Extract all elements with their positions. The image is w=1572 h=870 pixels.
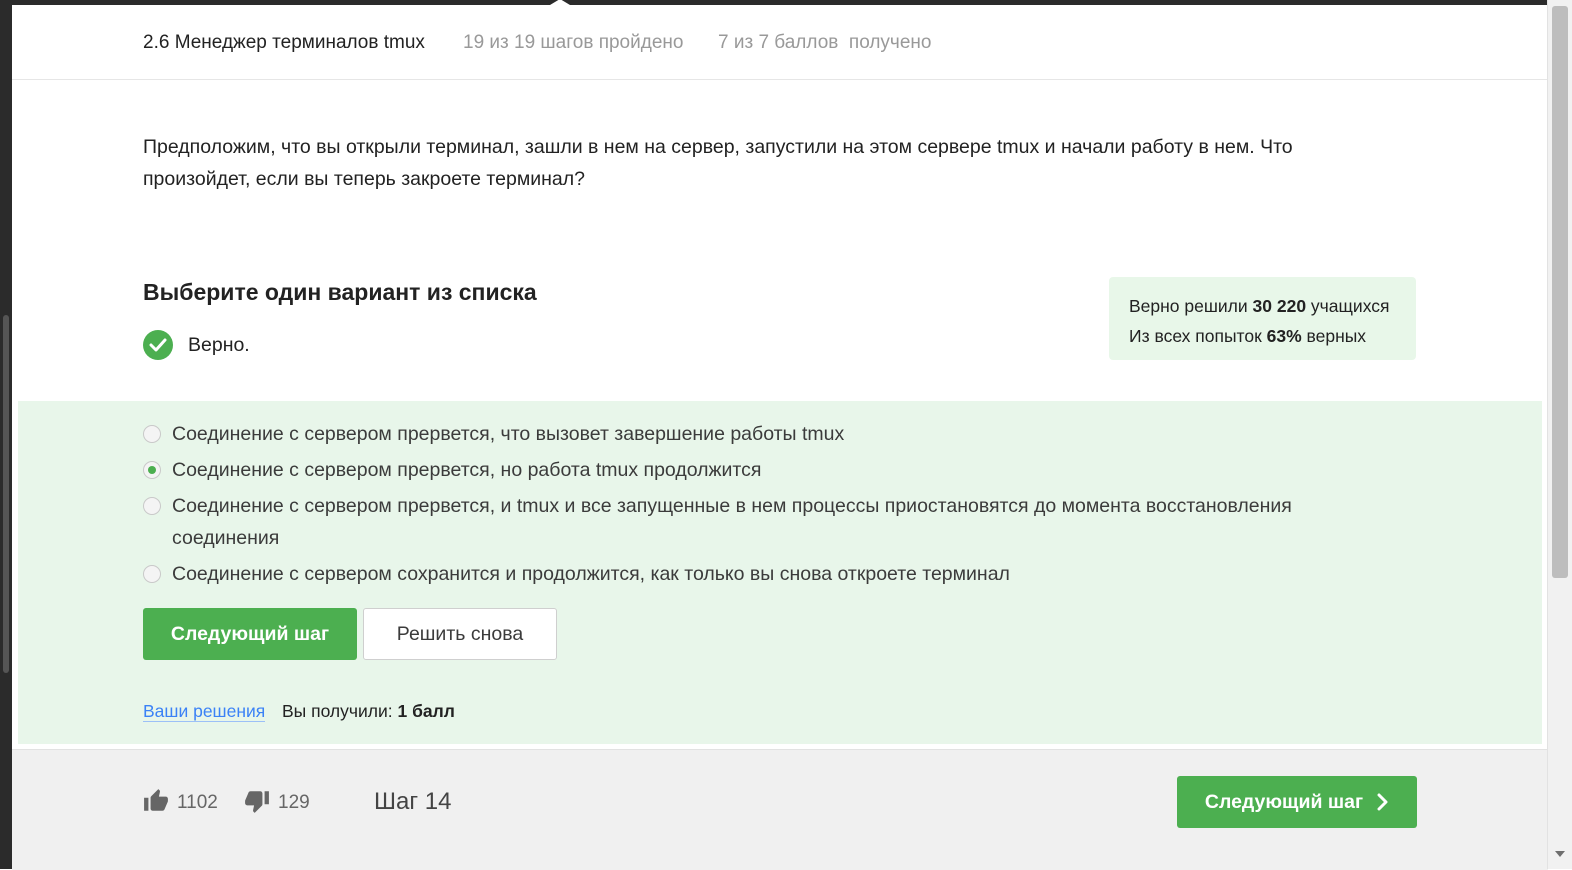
radio-button[interactable] — [143, 565, 161, 583]
chevron-right-icon — [1377, 793, 1389, 811]
answer-option[interactable]: Соединение с сервером сохранится и продо… — [143, 558, 1373, 590]
question-text: Предположим, что вы открыли терминал, за… — [143, 136, 1293, 190]
answer-option[interactable]: Соединение с сервером прервется, и tmux … — [143, 490, 1373, 554]
your-solutions-link[interactable]: Ваши решения — [143, 701, 266, 722]
result-label: Верно. — [188, 333, 250, 356]
answer-option[interactable]: Соединение с сервером прервется, но рабо… — [143, 454, 1373, 486]
radio-button[interactable] — [143, 425, 161, 443]
footer-next-step-button[interactable]: Следующий шаг — [1177, 776, 1417, 828]
points-progress: 7 из 7 баллов получено — [718, 32, 932, 53]
choose-heading: Выберите один вариант из списка — [143, 279, 537, 305]
solved-suffix: учащихся — [1306, 296, 1390, 316]
step-number: Шаг 14 — [374, 788, 452, 815]
score-text: Вы получили: 1 балл — [282, 701, 455, 721]
result-status: Верно. — [143, 330, 250, 360]
thumbs-up-icon — [143, 788, 169, 819]
lesson-header: 2.6 Менеджер терминалов tmux 19 из 19 ша… — [12, 5, 1548, 80]
answer-option-label: Соединение с сервером сохранится и продо… — [172, 563, 1010, 585]
attempts-percent: 63% — [1266, 326, 1302, 346]
lesson-title[interactable]: 2.6 Менеджер терминалов tmux — [143, 32, 425, 54]
answer-option-label: Соединение с сервером прервется, что выз… — [172, 423, 845, 445]
left-scrollbar-thumb[interactable] — [3, 315, 9, 673]
radio-button[interactable] — [143, 497, 161, 515]
solved-prefix: Верно решили — [1129, 296, 1253, 316]
solved-count: 30 220 — [1252, 296, 1307, 316]
like-button[interactable]: 1102 — [143, 788, 218, 818]
footer-next-step-label: Следующий шаг — [1204, 790, 1364, 813]
attempts-stat: Из всех попыток 63% верных — [1129, 321, 1416, 351]
thumbs-down-icon — [244, 788, 270, 819]
stats-box: Верно решили 30 220 учащихся Из всех поп… — [1109, 277, 1416, 360]
dislikes-count: 129 — [278, 792, 310, 813]
next-step-button[interactable]: Следующий шаг — [143, 608, 357, 660]
attempts-suffix: верных — [1301, 326, 1367, 346]
radio-button[interactable] — [143, 461, 161, 479]
left-rail — [0, 0, 12, 869]
answer-option-label: Соединение с сервером прервется, но рабо… — [172, 459, 762, 481]
retry-button[interactable]: Решить снова — [363, 608, 557, 660]
check-circle-icon — [143, 330, 173, 360]
solved-stat: Верно решили 30 220 учащихся — [1129, 291, 1416, 321]
steps-progress: 19 из 19 шагов пройдено — [463, 32, 684, 53]
score-value: 1 балл — [397, 701, 455, 721]
dislike-button[interactable]: 129 — [244, 788, 310, 818]
attempts-prefix: Из всех попыток — [1129, 326, 1267, 346]
scroll-down-arrow-icon[interactable] — [1555, 851, 1565, 857]
scrollbar-thumb[interactable] — [1552, 6, 1568, 578]
answer-option-label: Соединение с сервером прервется, и tmux … — [172, 495, 1292, 549]
page-scrollbar[interactable] — [1547, 0, 1572, 869]
likes-count: 1102 — [177, 792, 218, 813]
answer-option[interactable]: Соединение с сервером прервется, что выз… — [143, 418, 1373, 450]
score-prefix: Вы получили: — [282, 701, 398, 721]
